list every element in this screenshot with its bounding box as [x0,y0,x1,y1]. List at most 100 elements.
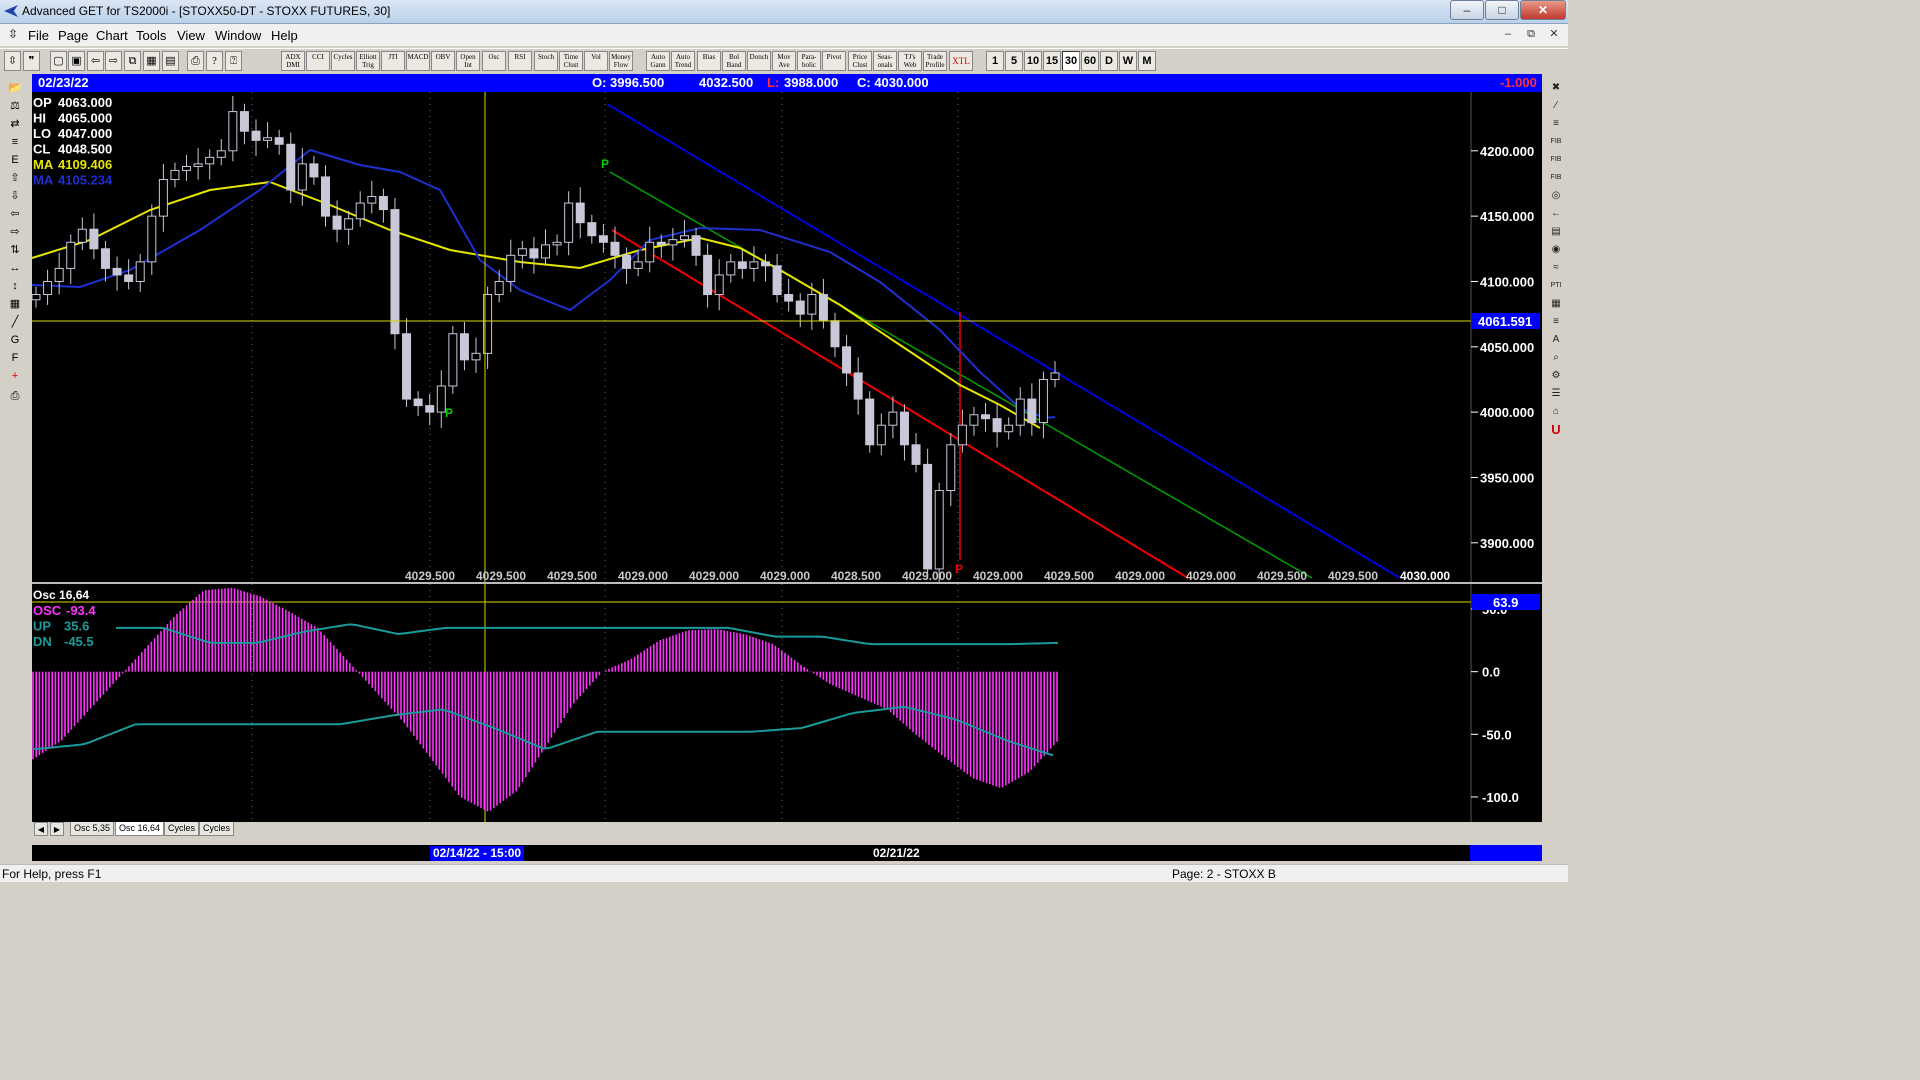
right-tool-18[interactable]: ⌂ [1547,404,1565,420]
right-tool-4[interactable]: FIB [1547,152,1565,168]
tab-cycles-1[interactable]: Cycles [164,822,200,836]
indicator-button-pivot[interactable]: Pivot [822,51,846,71]
menu-chart[interactable]: Chart [96,28,128,43]
pointer-icon[interactable]: ⇳ [4,51,21,71]
indicator-button-adx-dmi[interactable]: ADX DMI [281,51,305,71]
indicator-button-para-bolic[interactable]: Para-bolic [797,51,821,71]
menu-window[interactable]: Window [215,28,261,43]
indicator-button-price-clust[interactable]: Price Clust [848,51,872,71]
menu-page[interactable]: Page [58,28,88,43]
indicator-button-macd[interactable]: MACD [406,51,430,71]
right-tool-17[interactable]: ☰ [1547,386,1565,402]
quote-icon[interactable]: ❞ [23,51,40,71]
indicator-button-xtl[interactable]: XTL [949,51,973,71]
close-button[interactable]: ✕ [1520,0,1566,20]
new-page-icon[interactable]: ▢ [50,51,67,71]
indicator-button-donch[interactable]: Donch [747,51,771,71]
tab-next-button[interactable]: ▶ [50,822,64,836]
child-close-button[interactable]: ✕ [1544,26,1564,43]
right-tool-15[interactable]: ⌕ [1547,350,1565,366]
timeframe-button-60[interactable]: 60 [1081,51,1099,71]
timeframe-button-30[interactable]: 30 [1062,51,1080,71]
right-tool-5[interactable]: FIB [1547,170,1565,186]
indicator-button-rsi[interactable]: RSI [508,51,532,71]
left-tool-5[interactable]: ⇧ [5,170,25,186]
indicator-button-obv[interactable]: OBV [431,51,455,71]
left-tool-12[interactable]: ▦ [5,296,25,312]
indicator-button-cci[interactable]: CCI [306,51,330,71]
left-tool-6[interactable]: ⇩ [5,188,25,204]
menu-help[interactable]: Help [271,28,298,43]
left-tool-2[interactable]: ⇄ [5,116,25,132]
timeframe-button-d[interactable]: D [1100,51,1118,71]
left-tool-11[interactable]: ↕ [5,278,25,294]
help-icon[interactable]: ? [206,51,223,71]
left-tool-14[interactable]: G [5,332,25,348]
right-tool-2[interactable]: ≡ [1547,116,1565,132]
indicator-button-bol-band[interactable]: Bol Band [722,51,746,71]
menu-view[interactable]: View [177,28,205,43]
indicator-button-vol[interactable]: Vol [584,51,608,71]
indicator-button-bias[interactable]: Bias [697,51,721,71]
left-tool-3[interactable]: ≡ [5,134,25,150]
right-tool-14[interactable]: A [1547,332,1565,348]
indicator-button-seas-onals[interactable]: Seas-onals [873,51,897,71]
right-tool-7[interactable]: ← [1547,206,1565,222]
menu-file[interactable]: File [28,28,49,43]
indicator-button-mov-ave[interactable]: Mov Ave [772,51,796,71]
indicator-button-money-flow[interactable]: Money Flow [609,51,633,71]
child-restore-button[interactable]: ⧉ [1521,26,1541,43]
child-minimize-button[interactable]: – [1498,26,1518,43]
left-tool-16[interactable]: + [5,368,25,384]
right-tool-10[interactable]: ≈ [1547,260,1565,276]
left-tool-13[interactable]: ╱ [5,314,25,330]
right-tool-3[interactable]: FIB [1547,134,1565,150]
date-scroll-marker[interactable] [1470,845,1542,861]
right-tool-0[interactable]: ✖ [1547,80,1565,96]
indicator-button-time-clust[interactable]: Time Clust [559,51,583,71]
indicator-button-osc[interactable]: Osc [482,51,506,71]
right-tool-16[interactable]: ⚙ [1547,368,1565,384]
print-icon[interactable]: ⎙ [187,51,204,71]
tab-prev-button[interactable]: ◀ [34,822,48,836]
back-icon[interactable]: ⇦ [87,51,104,71]
tab-osc-5-35[interactable]: Osc 5,35 [70,822,115,836]
save-icon[interactable]: ▣ [68,51,85,71]
left-tool-17[interactable]: ⎙ [5,388,25,404]
left-tool-10[interactable]: ↔ [5,260,25,276]
left-tool-15[interactable]: F [5,350,25,366]
timeframe-button-5[interactable]: 5 [1005,51,1023,71]
right-tool-13[interactable]: ≡ [1547,314,1565,330]
timeframe-button-w[interactable]: W [1119,51,1137,71]
minimize-button[interactable]: – [1450,0,1484,20]
indicator-button-auto-trend[interactable]: Auto Trend [671,51,695,71]
right-tool-8[interactable]: ▤ [1547,224,1565,240]
left-tool-0[interactable]: 📂 [5,80,25,96]
left-tool-4[interactable]: E [5,152,25,168]
left-tool-1[interactable]: ⚖ [5,98,25,114]
maximize-button[interactable]: □ [1485,0,1519,20]
indicator-button-jti[interactable]: JTI [381,51,405,71]
tab-osc-16-64[interactable]: Osc 16,64 [115,822,165,836]
timeframe-button-m[interactable]: M [1138,51,1156,71]
context-help-icon[interactable]: ⍰ [225,51,242,71]
grid-icon[interactable]: ▦ [143,51,160,71]
copy-icon[interactable]: ⧉ [124,51,141,71]
right-tool-1[interactable]: ∕ [1547,98,1565,114]
right-tool-6[interactable]: ◎ [1547,188,1565,204]
indicator-button-stoch[interactable]: Stoch [534,51,558,71]
right-tool-11[interactable]: PTI [1547,278,1565,294]
indicator-button-cycles[interactable]: Cycles [331,51,355,71]
layout-icon[interactable]: ▤ [162,51,179,71]
timeframe-button-10[interactable]: 10 [1024,51,1042,71]
right-tool-12[interactable]: ▦ [1547,296,1565,312]
left-tool-7[interactable]: ⇦ [5,206,25,222]
timeframe-button-1[interactable]: 1 [986,51,1004,71]
right-tool-19[interactable]: U [1547,422,1565,438]
indicator-button-tj-s-web[interactable]: TJ's Web [898,51,922,71]
right-tool-9[interactable]: ◉ [1547,242,1565,258]
forward-icon[interactable]: ⇨ [105,51,122,71]
tab-cycles-2[interactable]: Cycles [199,822,235,836]
timeframe-button-15[interactable]: 15 [1043,51,1061,71]
left-tool-8[interactable]: ⇨ [5,224,25,240]
